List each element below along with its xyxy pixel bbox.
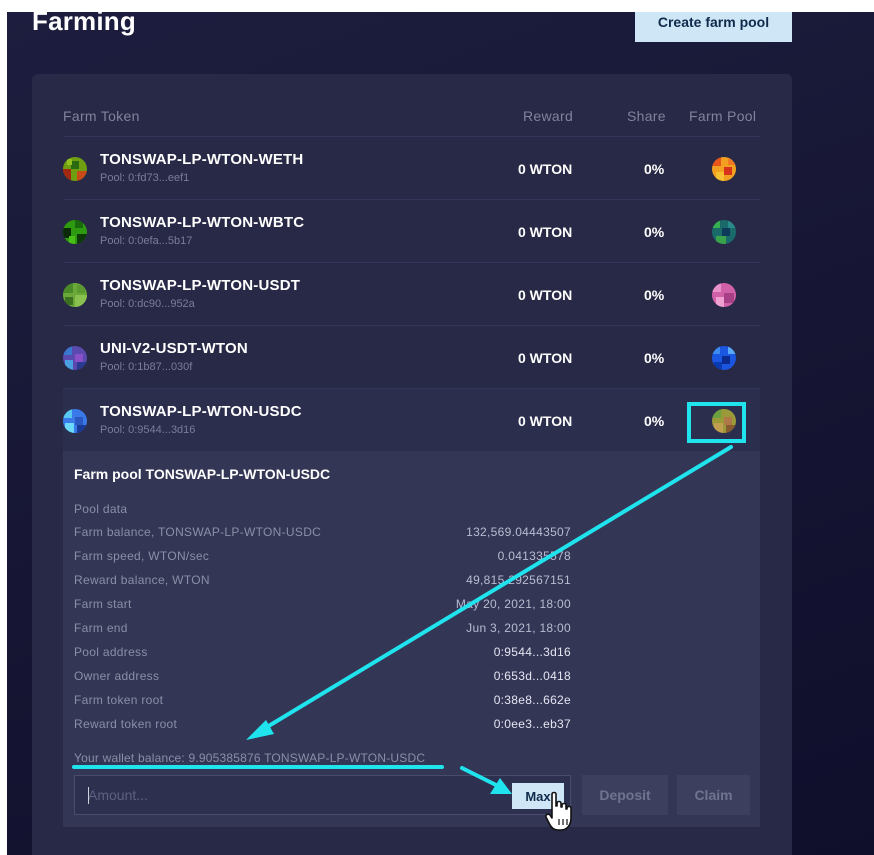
create-farm-pool-button[interactable]: Create farm pool [635, 12, 792, 42]
detail-value: 0:9544...3d16 [493, 645, 571, 659]
deposit-button[interactable]: Deposit [582, 775, 668, 815]
amount-field: Max [74, 775, 571, 815]
text-caret [88, 787, 89, 804]
detail-value: 0:38e8...662e [493, 693, 571, 707]
farm-pool-identicon-icon[interactable] [712, 283, 736, 307]
detail-label: Pool address [74, 645, 148, 659]
detail-value: 0.041335578 [497, 549, 571, 563]
token-identicon-icon [63, 283, 87, 307]
detail-label: Farm end [74, 621, 128, 635]
claim-button[interactable]: Claim [677, 775, 750, 815]
table-row[interactable]: TONSWAP-LP-WTON-USDT Pool: 0:dc90...952a… [63, 262, 760, 326]
page-title: Farming [32, 12, 136, 36]
share-value: 0% [644, 161, 665, 177]
pool-address: Pool: 0:0efa...5b17 [100, 235, 193, 247]
header-farm-token: Farm Token [63, 108, 140, 124]
detail-label: Farm start [74, 597, 132, 611]
detail-row: Owner address 0:653d...0418 [74, 669, 571, 689]
table-row[interactable]: UNI-V2-USDT-WTON Pool: 0:1b87...030f 0 W… [63, 325, 760, 389]
table-row[interactable]: TONSWAP-LP-WTON-WETH Pool: 0:fd73...eef1… [63, 136, 760, 200]
reward-value: 0 WTON [518, 224, 573, 240]
annotation-highlight-box [687, 402, 746, 443]
detail-value: Jun 3, 2021, 18:00 [466, 621, 571, 635]
detail-label: Owner address [74, 669, 160, 683]
header-farm-pool: Farm Pool [689, 108, 757, 124]
detail-label: Reward token root [74, 717, 178, 731]
farm-token-name: UNI-V2-USDT-WTON [100, 340, 248, 357]
detail-row: Farm balance, TONSWAP-LP-WTON-USDC 132,5… [74, 525, 571, 545]
detail-row: Farm speed, WTON/sec 0.041335578 [74, 549, 571, 569]
detail-value: 132,569.04443507 [466, 525, 571, 539]
pool-address: Pool: 0:fd73...eef1 [100, 172, 190, 184]
detail-value: 49,815.292567151 [466, 573, 571, 587]
detail-label: Farm speed, WTON/sec [74, 549, 210, 563]
farm-pool-identicon-icon[interactable] [712, 220, 736, 244]
reward-value: 0 WTON [518, 287, 573, 303]
share-value: 0% [644, 224, 665, 240]
details-title: Farm pool TONSWAP-LP-WTON-USDC [74, 466, 331, 482]
pool-address: Pool: 0:dc90...952a [100, 298, 195, 310]
detail-row: Reward token root 0:0ee3...eb37 [74, 717, 571, 737]
detail-label: Farm token root [74, 693, 164, 707]
farm-pool-identicon-icon[interactable] [712, 346, 736, 370]
token-identicon-icon [63, 157, 87, 181]
detail-row: Farm end Jun 3, 2021, 18:00 [74, 621, 571, 641]
detail-row: Farm token root 0:38e8...662e [74, 693, 571, 713]
farm-token-name: TONSWAP-LP-WTON-USDC [100, 403, 302, 420]
token-identicon-icon [63, 346, 87, 370]
share-value: 0% [644, 287, 665, 303]
share-value: 0% [644, 413, 665, 429]
reward-value: 0 WTON [518, 350, 573, 366]
detail-row: Pool address 0:9544...3d16 [74, 645, 571, 665]
detail-value: May 20, 2021, 18:00 [455, 597, 571, 611]
detail-row: Reward balance, WTON 49,815.292567151 [74, 573, 571, 593]
detail-label: Farm balance, TONSWAP-LP-WTON-USDC [74, 525, 322, 539]
wallet-balance: Your wallet balance: 9.905385876 TONSWAP… [74, 751, 426, 765]
farm-pool-details: Farm pool TONSWAP-LP-WTON-USDC Pool data… [63, 451, 760, 827]
pool-address: Pool: 0:9544...3d16 [100, 424, 196, 436]
max-button[interactable]: Max [512, 783, 564, 809]
header-reward: Reward [523, 108, 574, 124]
amount-input[interactable] [75, 776, 495, 814]
detail-value: 0:0ee3...eb37 [493, 717, 571, 731]
farm-token-name: TONSWAP-LP-WTON-USDT [100, 277, 301, 294]
share-value: 0% [644, 350, 665, 366]
farm-pool-identicon-icon[interactable] [712, 157, 736, 181]
farm-table-panel: Farm Token Reward Share Farm Pool TONSWA… [32, 74, 792, 855]
detail-label: Reward balance, WTON [74, 573, 210, 587]
reward-value: 0 WTON [518, 161, 573, 177]
token-identicon-icon [63, 220, 87, 244]
pool-address: Pool: 0:1b87...030f [100, 361, 193, 373]
farm-token-name: TONSWAP-LP-WTON-WBTC [100, 214, 305, 231]
detail-value: 0:653d...0418 [493, 669, 571, 683]
table-row-selected[interactable]: TONSWAP-LP-WTON-USDC Pool: 0:9544...3d16… [63, 388, 760, 452]
detail-row: Farm start May 20, 2021, 18:00 [74, 597, 571, 617]
header-share: Share [627, 108, 666, 124]
pool-data-heading: Pool data [74, 502, 128, 516]
table-row[interactable]: TONSWAP-LP-WTON-WBTC Pool: 0:0efa...5b17… [63, 199, 760, 263]
reward-value: 0 WTON [518, 413, 573, 429]
token-identicon-icon [63, 409, 87, 433]
table-header: Farm Token Reward Share Farm Pool [32, 74, 792, 136]
farm-token-name: TONSWAP-LP-WTON-WETH [100, 151, 304, 168]
